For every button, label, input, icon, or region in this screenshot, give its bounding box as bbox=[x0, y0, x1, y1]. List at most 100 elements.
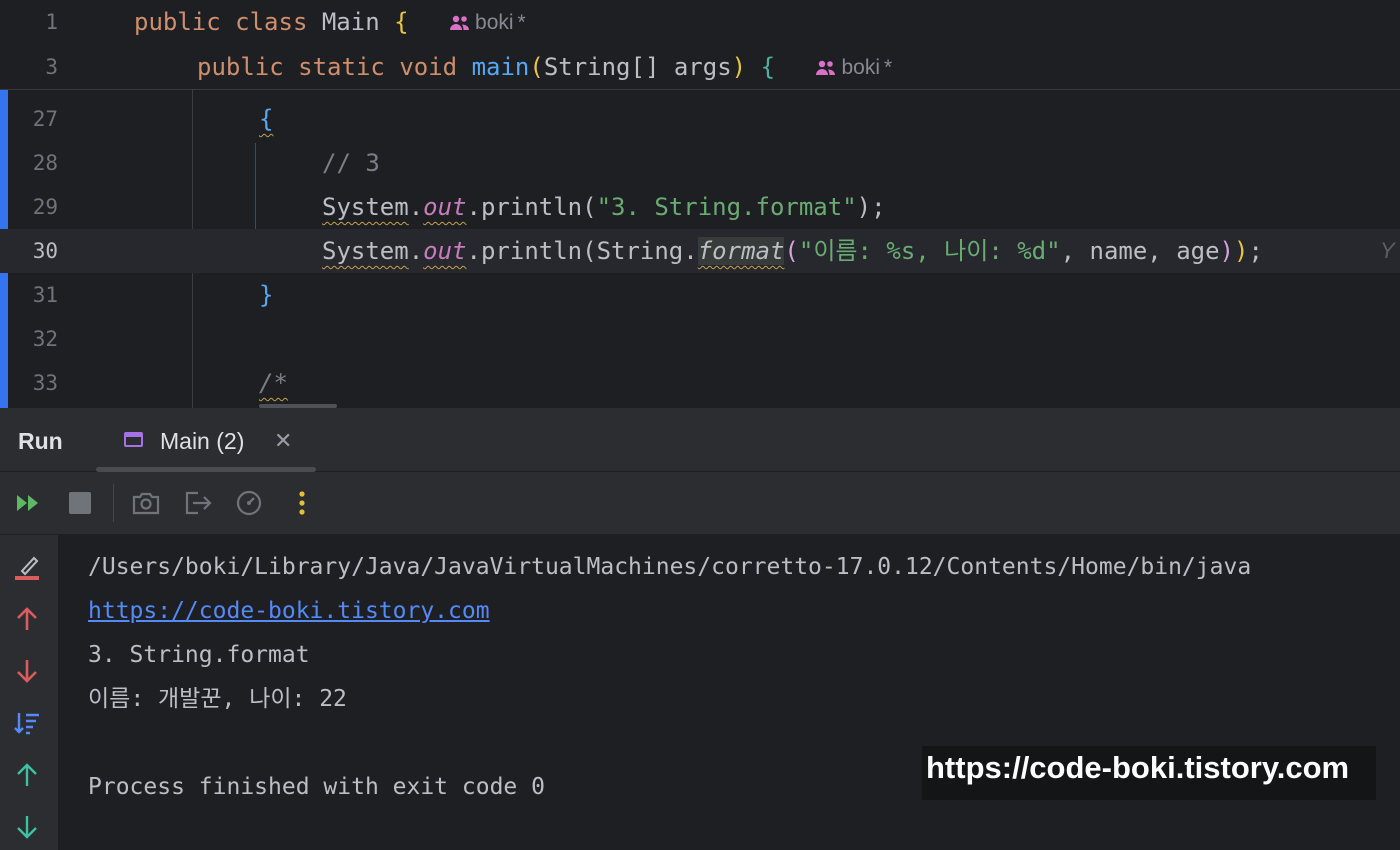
rerun-button[interactable] bbox=[10, 485, 46, 521]
brace: { bbox=[259, 105, 274, 133]
arrow-down-icon bbox=[17, 660, 37, 683]
line-number: 29 bbox=[32, 195, 58, 219]
line-number: 27 bbox=[32, 107, 58, 131]
comment: // 3 bbox=[322, 149, 380, 177]
paren: ( bbox=[529, 53, 544, 81]
line-number: 31 bbox=[32, 283, 58, 307]
previous-icon bbox=[17, 763, 37, 786]
arguments: , name, age bbox=[1060, 237, 1220, 265]
identifier: System bbox=[322, 237, 409, 265]
editor-line[interactable]: 28 // 3 bbox=[0, 141, 1400, 185]
sort-icon bbox=[14, 713, 39, 735]
code-editor[interactable]: 27 { 28 // 3 29 System.out.println("3. S… bbox=[0, 90, 1400, 408]
method-call: .println( bbox=[466, 193, 597, 221]
line-number: 33 bbox=[32, 371, 58, 395]
static-field: out bbox=[423, 193, 467, 221]
editor-line[interactable]: 29 System.out.println("3. String.format"… bbox=[0, 185, 1400, 229]
profiler-button[interactable] bbox=[231, 485, 267, 521]
static-method: format bbox=[697, 237, 785, 265]
author-modified-mark: * bbox=[884, 56, 893, 79]
author-name: boki bbox=[841, 56, 880, 79]
sticky-lines-header: 1 public class Main { boki * 3 public sta… bbox=[0, 0, 1400, 90]
gauge-icon bbox=[236, 490, 262, 516]
sort-button[interactable] bbox=[9, 705, 45, 741]
console-side-toolbar bbox=[0, 535, 59, 850]
code-line: public static void main(String[] args) {… bbox=[197, 45, 892, 90]
line-number: 28 bbox=[32, 151, 58, 175]
code-line: System.out.println("3. String.format"); bbox=[322, 185, 886, 229]
keyword: void bbox=[399, 53, 458, 81]
brace: } bbox=[259, 281, 274, 309]
people-icon bbox=[816, 60, 836, 75]
scroll-up-button[interactable] bbox=[9, 601, 45, 637]
editor-line[interactable]: 27 { bbox=[0, 97, 1400, 141]
line-number: 32 bbox=[32, 327, 58, 351]
editor-line[interactable]: 31 } bbox=[0, 273, 1400, 317]
run-title: Run bbox=[18, 428, 63, 454]
line-number: 1 bbox=[45, 10, 58, 34]
class-name: Main bbox=[321, 8, 380, 36]
param-type: String[] bbox=[543, 53, 660, 81]
more-button[interactable] bbox=[284, 485, 320, 521]
rerun-icon bbox=[17, 495, 38, 511]
run-toolbar bbox=[0, 472, 1400, 535]
dump-threads-button[interactable] bbox=[128, 485, 164, 521]
console-output[interactable]: /Users/boki/Library/Java/JavaVirtualMach… bbox=[59, 535, 1400, 850]
editor-line[interactable]: 32 bbox=[0, 317, 1400, 361]
paren: ) bbox=[731, 53, 747, 81]
scroll-down-button[interactable] bbox=[9, 653, 45, 689]
exit-icon bbox=[185, 491, 212, 515]
class-ref: String. bbox=[596, 237, 698, 265]
param-name: args bbox=[673, 53, 732, 81]
toolbar-separator bbox=[113, 484, 114, 522]
editor-line[interactable]: 33 /* bbox=[0, 361, 1400, 405]
author-name: boki bbox=[475, 11, 514, 34]
code-line: public class Main { boki * bbox=[134, 0, 526, 45]
close-icon[interactable]: ✕ bbox=[274, 408, 292, 474]
stop-icon bbox=[69, 492, 91, 514]
method-call: .println( bbox=[466, 237, 597, 265]
author-modified-mark: * bbox=[517, 11, 526, 34]
paren: ) bbox=[1234, 237, 1249, 265]
brace: { bbox=[394, 8, 409, 36]
next-occurrence-button[interactable] bbox=[9, 809, 45, 845]
identifier: System bbox=[322, 193, 409, 221]
line-number: 30 bbox=[32, 239, 58, 263]
punct: . bbox=[408, 193, 424, 221]
inlay-hint[interactable]: Y bbox=[1380, 229, 1395, 273]
string-literal: "이름: %s, 나이: %d" bbox=[798, 237, 1061, 265]
more-vertical-icon bbox=[299, 491, 305, 515]
stop-button[interactable] bbox=[62, 485, 98, 521]
exit-button[interactable] bbox=[180, 485, 216, 521]
paren: ) bbox=[1219, 237, 1234, 265]
static-field: out bbox=[423, 237, 467, 265]
camera-icon bbox=[132, 492, 160, 515]
punct: . bbox=[408, 237, 424, 265]
next-icon bbox=[17, 816, 37, 839]
keyword: static bbox=[298, 53, 385, 81]
editor-line-current[interactable]: 30 System.out.println(String.format("이름:… bbox=[0, 229, 1400, 273]
code-line: System.out.println(String.format("이름: %s… bbox=[322, 229, 1263, 273]
previous-occurrence-button[interactable] bbox=[9, 757, 45, 793]
console-line: 이름: 개발꾼, 나이: 22 bbox=[88, 686, 347, 712]
keyword: public bbox=[134, 8, 221, 36]
author-hint[interactable]: boki * bbox=[815, 46, 892, 90]
console-line: /Users/boki/Library/Java/JavaVirtualMach… bbox=[88, 554, 1252, 580]
method-name: main bbox=[471, 53, 530, 81]
author-hint[interactable]: boki * bbox=[449, 1, 526, 45]
tab-main[interactable]: Main (2) ✕ bbox=[96, 408, 316, 474]
punct: ; bbox=[1248, 237, 1263, 265]
run-tab-bar: Run Main (2) ✕ bbox=[0, 408, 1400, 472]
clear-console-button[interactable] bbox=[9, 550, 45, 586]
people-icon bbox=[450, 15, 470, 30]
console-line: Process finished with exit code 0 bbox=[88, 774, 545, 800]
clear-icon bbox=[15, 556, 39, 580]
window-icon bbox=[124, 432, 143, 447]
keyword: public bbox=[197, 53, 284, 81]
string-literal: "3. String.format" bbox=[596, 193, 857, 221]
brace: { bbox=[760, 53, 776, 81]
keyword: class bbox=[235, 8, 308, 36]
console-link[interactable]: https://code-boki.tistory.com bbox=[88, 589, 490, 633]
punct: ); bbox=[856, 193, 886, 221]
line-number: 3 bbox=[45, 55, 58, 79]
